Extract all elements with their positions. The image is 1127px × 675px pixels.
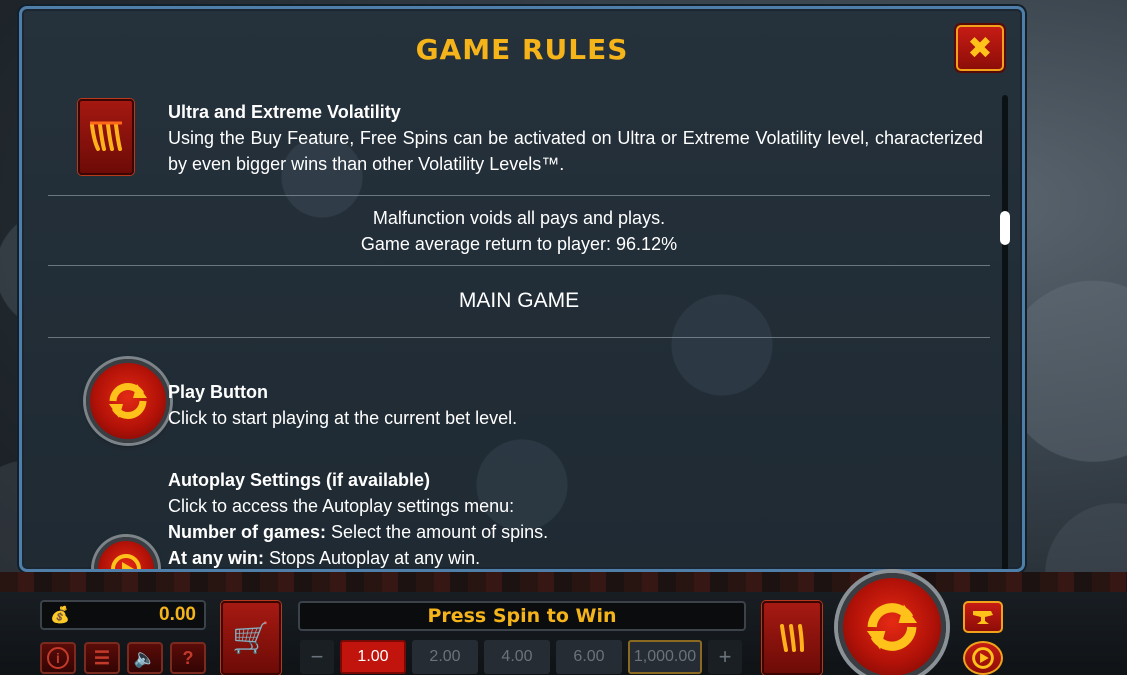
autoplay-button[interactable] [963,641,1003,675]
games-label: Number of games: [168,522,327,542]
volatility-section: Ultra and Extreme Volatility Using the B… [168,99,983,177]
play-button-illustration [86,359,170,443]
autoplay-anywin-line: At any win: Stops Autoplay at any win. [168,545,983,569]
anywin-label: At any win: [168,548,265,568]
autoplay-icon [111,554,141,569]
turbo-button[interactable] [963,601,1003,633]
refresh-icon [109,382,147,420]
spin-icon [866,603,918,651]
buy-feature-button[interactable]: 🛒 [221,601,281,675]
scrollbar-thumb[interactable] [1000,211,1010,245]
rtp-text: Game average return to player: 96.12% [360,234,678,254]
decrease-bet-button[interactable]: − [300,640,334,674]
help-icon: ? [182,647,194,668]
main-game-title: MAIN GAME [458,289,580,312]
bet-option[interactable]: 1.00 [340,640,406,674]
divider [48,265,990,266]
balance-display: 💰 0.00 [40,600,206,630]
divider [48,195,990,196]
chili-peppers-icon [78,99,134,175]
scrollbar[interactable] [1000,95,1010,569]
help-button[interactable]: ? [170,642,206,674]
close-icon: ✖ [967,30,993,66]
play-button-text: Click to start playing at the current be… [168,408,518,428]
speaker-icon: 🔈 [133,647,157,668]
volatility-text: Using the Buy Feature, Free Spins can be… [168,128,983,174]
malfunction-text: Malfunction voids all pays and plays. [372,208,666,228]
bet-option[interactable]: 1,000.00 [628,640,702,674]
rules-content: Ultra and Extreme Volatility Using the B… [48,95,990,569]
play-button-section: Play Button Click to start playing at th… [168,379,983,431]
close-button[interactable]: ✖ [956,25,1004,71]
bet-option[interactable]: 6.00 [556,640,622,674]
volatility-button[interactable] [762,601,822,675]
play-button-heading: Play Button [168,382,269,402]
autoplay-button-illustration [94,537,158,569]
bet-selector: − 1.00 2.00 4.00 6.00 1,000.00 + [300,639,742,675]
anvil-icon [973,611,993,624]
games-text: Select the amount of spins. [326,522,549,542]
menu-icon: ☰ [93,647,111,668]
divider [48,337,990,338]
bet-option[interactable]: 2.00 [412,640,478,674]
status-message: Press Spin to Win [298,601,746,631]
autoplay-games-line: Number of games: Select the amount of sp… [168,519,983,545]
dialog-title: GAME RULES [415,33,629,66]
money-bag-icon: 💰 [50,607,70,624]
bet-option[interactable]: 4.00 [484,640,550,674]
spin-button[interactable] [838,573,946,675]
autoplay-icon [972,647,994,669]
autoplay-text: Click to access the Autoplay settings me… [168,496,515,516]
autoplay-section: Autoplay Settings (if available) Click t… [168,467,983,569]
chili-peppers-icon [780,624,804,652]
info-icon: i [47,647,69,669]
cart-icon: 🛒 [232,621,270,655]
increase-bet-button[interactable]: + [708,640,742,674]
game-rules-dialog: GAME RULES ✖ Ultra and Extreme Volatilit… [19,6,1025,572]
sound-button[interactable]: 🔈 [127,642,163,674]
anywin-text: Stops Autoplay at any win. [264,548,481,568]
volatility-heading: Ultra and Extreme Volatility [168,102,401,122]
menu-button[interactable]: ☰ [84,642,120,674]
autoplay-heading: Autoplay Settings (if available) [168,470,431,490]
info-button[interactable]: i [40,642,76,674]
balance-value: 0.00 [159,604,196,625]
